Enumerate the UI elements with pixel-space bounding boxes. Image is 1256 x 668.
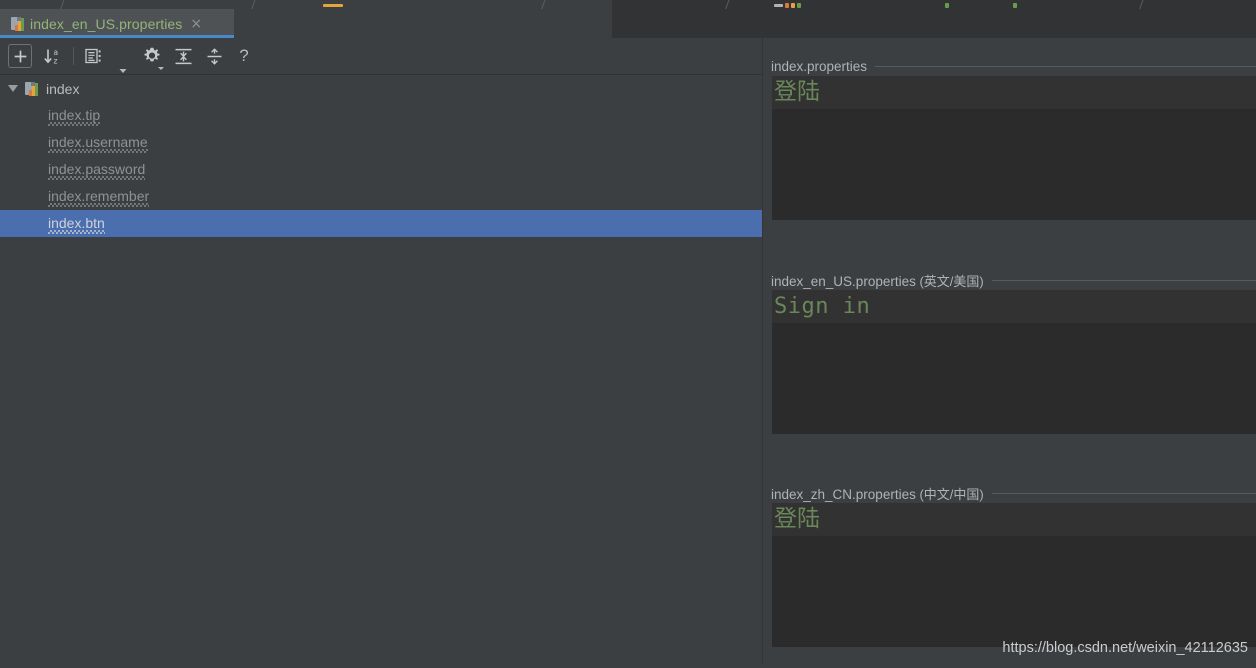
tab-index-en-us-properties[interactable]: index_en_US.properties × (0, 9, 234, 38)
tree-item-label: index.btn (48, 215, 105, 234)
panel-title-locale: (英文/美国) (915, 273, 984, 289)
expand-all-button[interactable] (172, 44, 194, 68)
panel-title-rule (991, 279, 1256, 281)
translation-value: 登陆 (774, 79, 820, 105)
caret-row-highlight (772, 503, 1256, 536)
panel-title-locale: (中文/中国) (915, 486, 984, 502)
group-by-button[interactable] (83, 44, 105, 68)
panel-title: index_zh_CN.properties (中文/中国) (771, 484, 992, 503)
breadcrumb-chip (1013, 3, 1017, 8)
settings-button[interactable] (141, 44, 164, 70)
translation-value: Sign in (774, 293, 871, 319)
spellcheck-squiggle (48, 148, 148, 153)
default-locale-editor[interactable]: 登陆 (772, 76, 1256, 220)
en-us-locale-panel: index_en_US.properties (英文/美国) Sign in (771, 270, 1256, 434)
spellcheck-squiggle (48, 229, 105, 234)
toolbar-divider (73, 47, 74, 65)
editor-line: 登陆 (772, 503, 820, 536)
panel-title-file: index_en_US.properties (771, 273, 916, 289)
help-button[interactable]: ? (235, 44, 253, 68)
collapse-all-button[interactable] (203, 44, 225, 68)
breadcrumb-separator (250, 0, 257, 9)
panel-title-file: index.properties (771, 58, 868, 74)
tree-item-index-password[interactable]: index.password (0, 156, 762, 183)
zh-cn-locale-panel: index_zh_CN.properties (中文/中国) 登陆 (771, 483, 1256, 647)
default-locale-panel: index.properties 登陆 (771, 56, 1256, 220)
extra-dropdown-button[interactable] (117, 44, 129, 73)
panel-title: index_en_US.properties (英文/美国) (771, 271, 992, 290)
tree-item-label: index.tip (48, 107, 101, 126)
tab-bar-filler (612, 9, 1256, 38)
tree-item-label: index.remember (48, 188, 150, 207)
panel-title: index.properties (771, 59, 875, 74)
breadcrumb-right-fill (612, 0, 1256, 9)
breadcrumb-separator (540, 0, 547, 9)
editor-tab-bar: index_en_US.properties × (0, 9, 1256, 38)
tree-root-index[interactable]: index (0, 75, 762, 102)
breadcrumb-strip-cutoff (0, 0, 1256, 9)
keys-toolbar: a z ? (0, 38, 762, 75)
panel-header: index_zh_CN.properties (中文/中国) (771, 483, 1256, 503)
keys-pane: a z ? index index.tip index.username ind… (0, 38, 762, 668)
breadcrumb-chip (323, 4, 343, 7)
panel-header: index_en_US.properties (英文/美国) (771, 270, 1256, 290)
translations-pane: index.properties 登陆 index_en_US.properti… (771, 38, 1256, 668)
spellcheck-squiggle (48, 202, 150, 207)
editor-line: Sign in (772, 290, 870, 323)
panel-title-file: index_zh_CN.properties (771, 486, 916, 502)
breadcrumb-chip (945, 3, 949, 8)
property-keys-tree[interactable]: index index.tip index.username index.pas… (0, 75, 762, 668)
breadcrumb-chip (791, 3, 795, 8)
tree-item-index-remember[interactable]: index.remember (0, 183, 762, 210)
breadcrumb-chip (785, 3, 789, 8)
editor-line: 登陆 (772, 76, 820, 109)
breadcrumb-chip (774, 4, 783, 7)
properties-file-icon (10, 16, 26, 32)
watermark-url: https://blog.csdn.net/weixin_42112635 (1002, 640, 1248, 656)
breadcrumb-separator (59, 0, 66, 9)
panel-title-rule (991, 492, 1256, 494)
sort-az-button[interactable]: a z (42, 44, 64, 68)
close-icon[interactable]: × (190, 17, 202, 31)
tree-item-index-tip[interactable]: index.tip (0, 102, 762, 129)
tab-label: index_en_US.properties (30, 15, 183, 32)
tree-item-label: index.username (48, 134, 148, 153)
caret-row-highlight (772, 76, 1256, 109)
en-us-locale-editor[interactable]: Sign in (772, 290, 1256, 434)
properties-bundle-icon (24, 81, 40, 97)
breadcrumb-chip (797, 3, 801, 8)
tree-item-index-btn[interactable]: index.btn (0, 210, 762, 237)
zh-cn-locale-editor[interactable]: 登陆 (772, 503, 1256, 647)
tree-item-label: index.password (48, 161, 146, 180)
panel-header: index.properties (771, 56, 1256, 76)
tree-item-index-username[interactable]: index.username (0, 129, 762, 156)
chevron-down-icon[interactable] (2, 85, 24, 92)
tree-root-label: index (46, 80, 80, 97)
panel-title-rule (875, 65, 1256, 67)
svg-text:z: z (54, 56, 58, 65)
spellcheck-squiggle (48, 175, 146, 180)
spellcheck-squiggle (48, 121, 101, 126)
add-property-button[interactable] (8, 44, 32, 68)
bottom-strip (0, 664, 1256, 668)
chevron-down-icon (158, 67, 164, 70)
resource-bundle-editor-window: index_en_US.properties × a z ? index ind… (0, 0, 1256, 668)
translation-value: 登陆 (774, 506, 820, 532)
